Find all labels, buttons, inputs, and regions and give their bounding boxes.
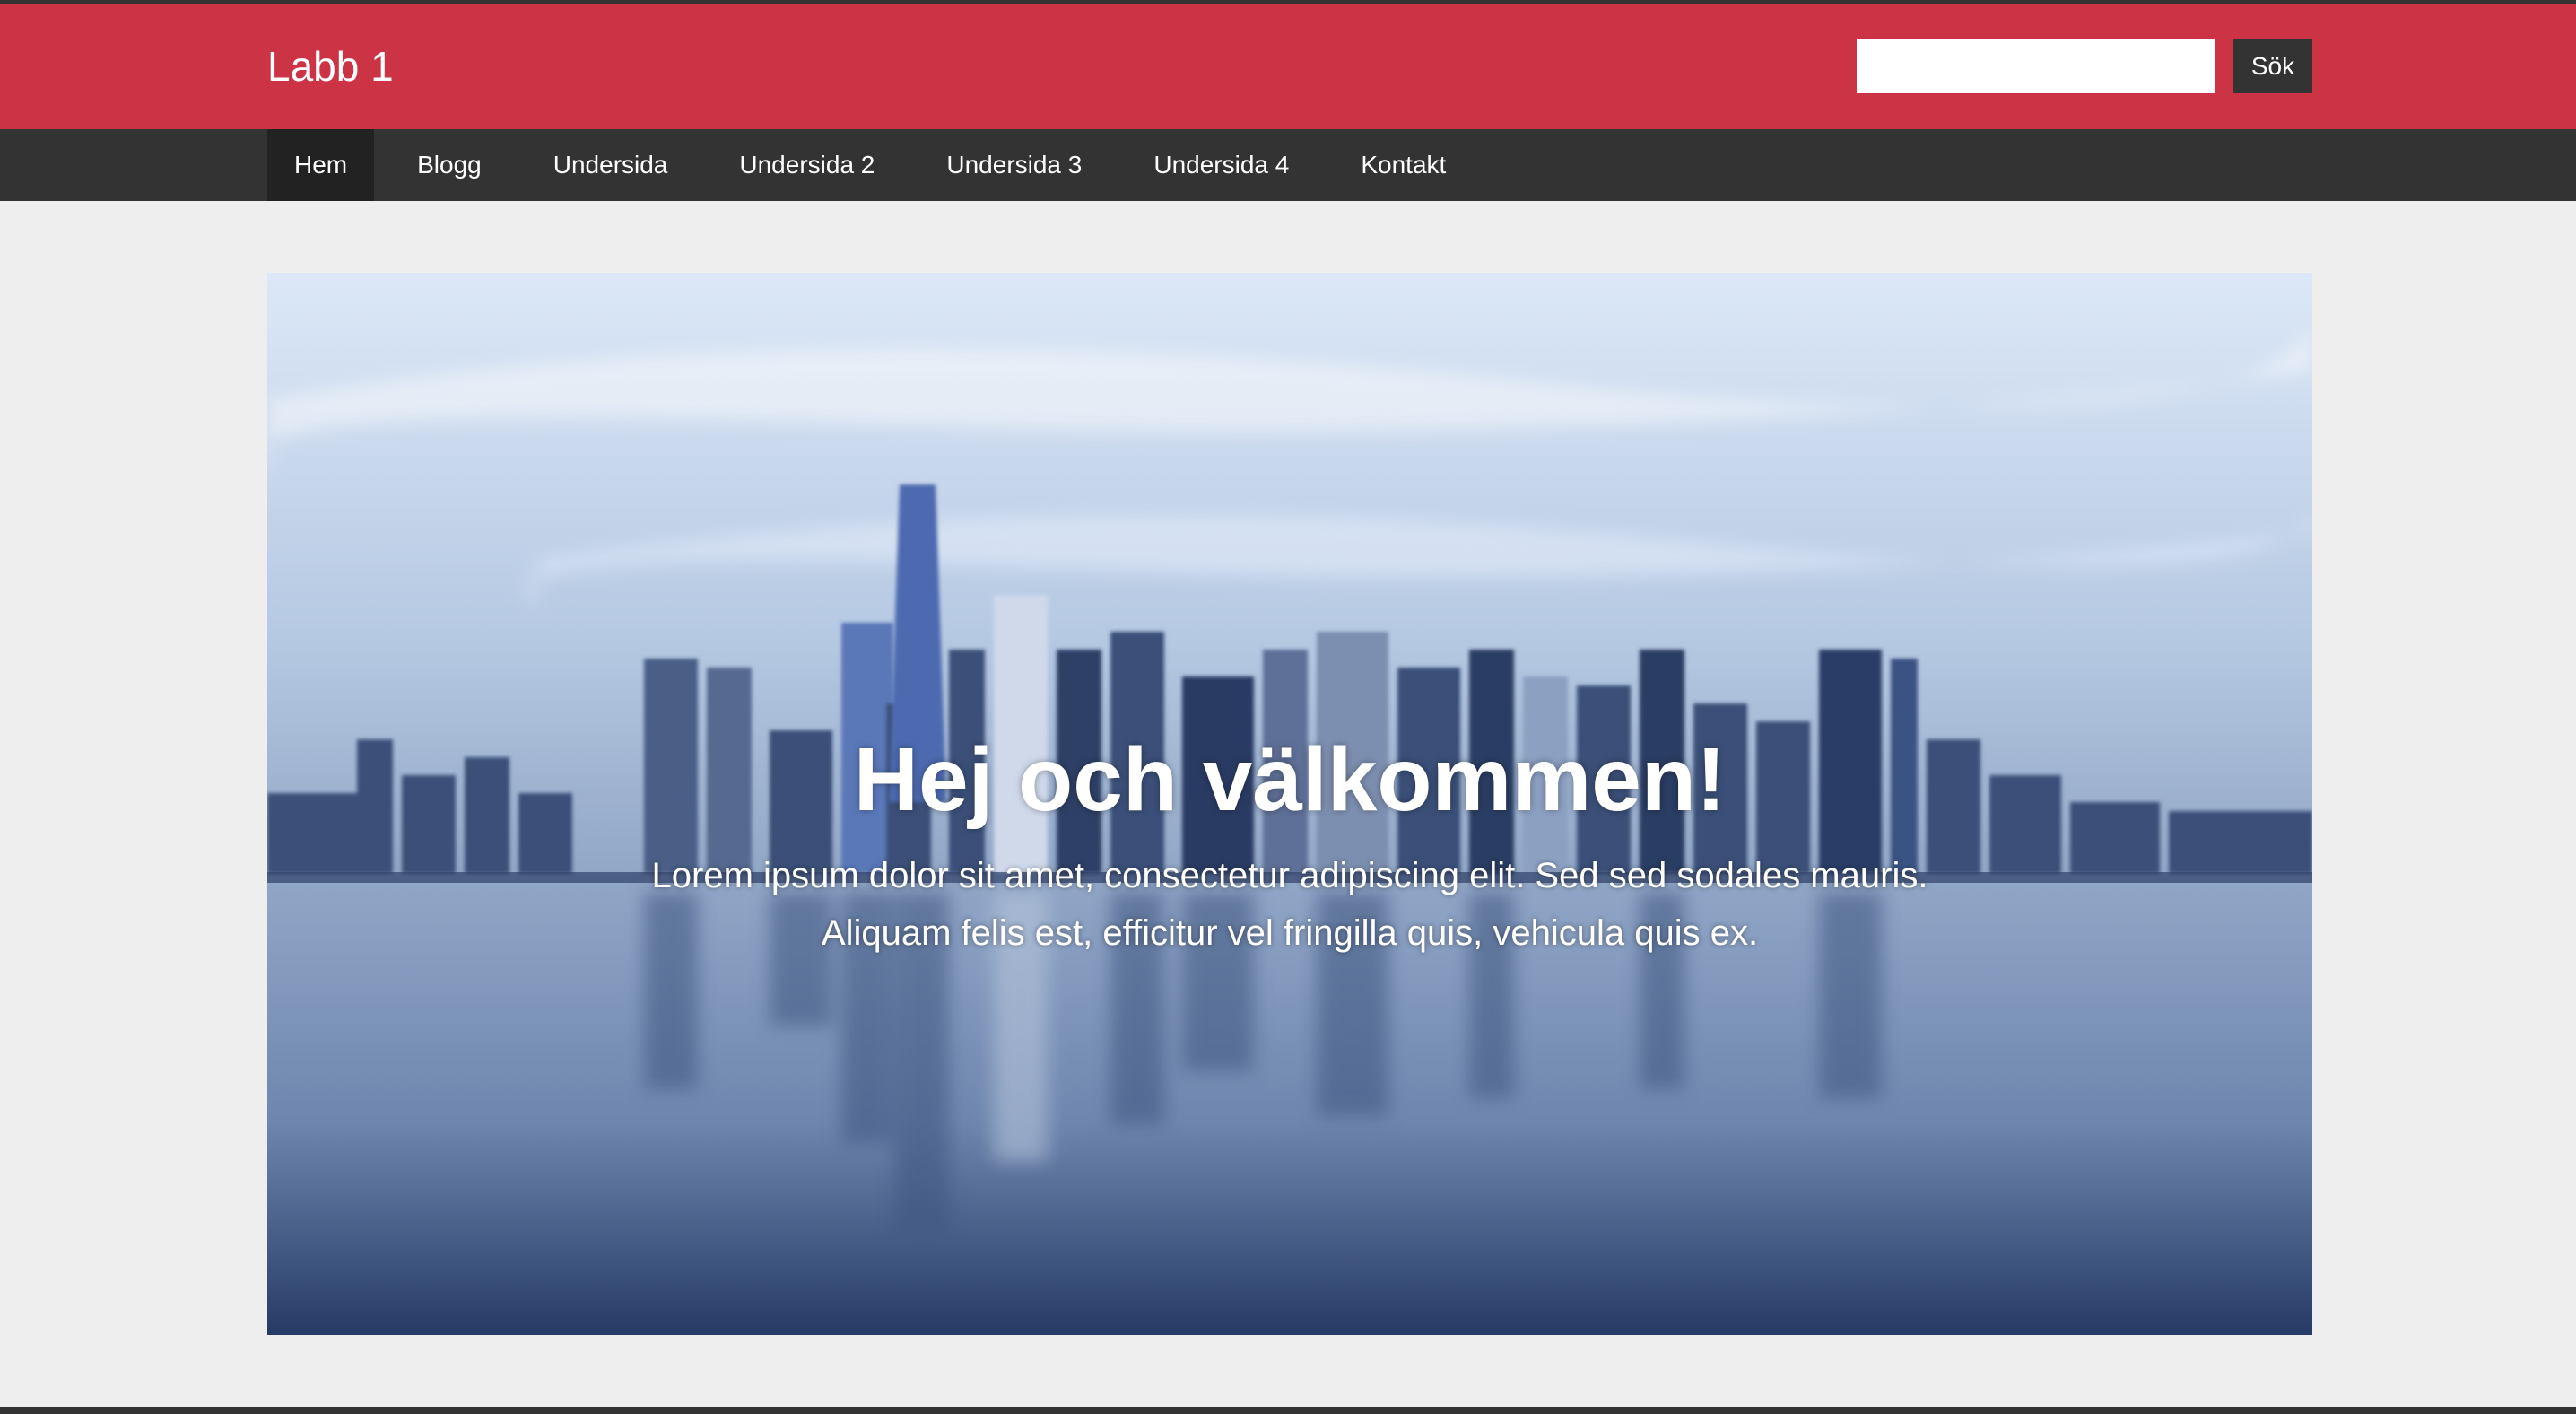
search-input[interactable] [1857,39,2215,93]
hero-heading: Hej och välkommen! [853,729,1727,830]
bottom-border [0,1407,2576,1414]
nav-item-undersida-4[interactable]: Undersida 4 [1127,129,1316,201]
site-header: Labb 1 Sök [0,4,2576,129]
nav-list: Hem Blogg Undersida Undersida 2 Undersid… [267,129,1491,201]
nav-item-undersida[interactable]: Undersida [527,129,695,201]
hero-paragraph: Lorem ipsum dolor sit amet, consectetur … [651,856,1928,953]
main-navigation: Hem Blogg Undersida Undersida 2 Undersid… [0,129,2576,201]
nav-item-kontakt[interactable]: Kontakt [1334,129,1473,201]
nav-item-blogg[interactable]: Blogg [390,129,509,201]
nav-item-undersida-3[interactable]: Undersida 3 [919,129,1109,201]
hero-banner: Hej och välkommen! Lorem ipsum dolor sit… [267,273,2312,1335]
hero-content: Hej och välkommen! Lorem ipsum dolor sit… [267,273,2312,1335]
nav-item-hem[interactable]: Hem [267,129,375,201]
site-title[interactable]: Labb 1 [267,41,394,92]
nav-item-undersida-2[interactable]: Undersida 2 [712,129,901,201]
search-button[interactable]: Sök [2233,39,2312,93]
